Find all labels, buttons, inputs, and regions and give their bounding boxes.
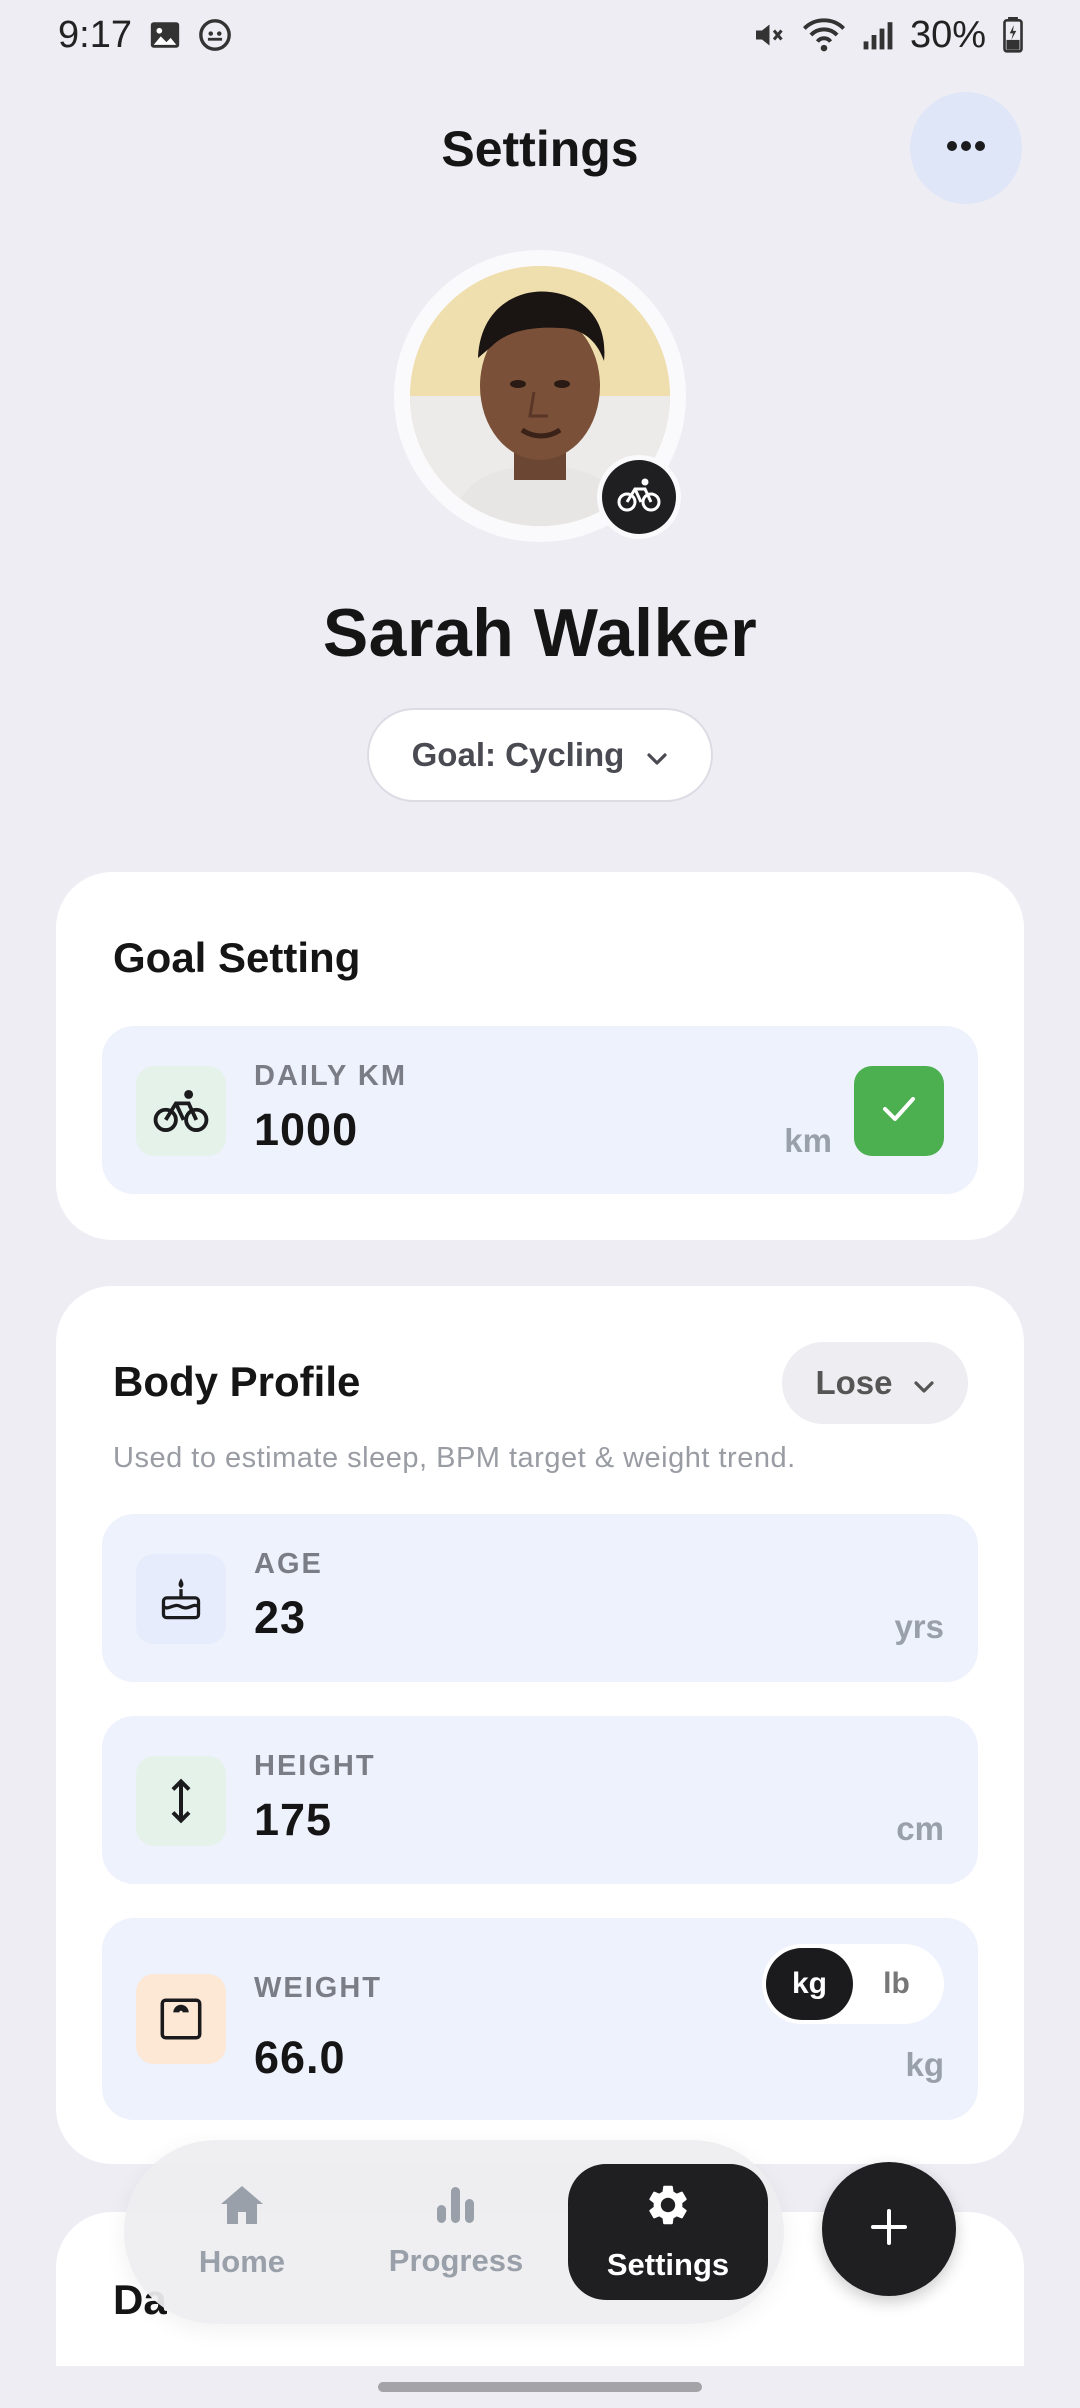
- add-button[interactable]: [822, 2162, 956, 2296]
- weight-goal-mode-dropdown[interactable]: Lose: [782, 1342, 968, 1424]
- status-bar: 9:17 30%: [0, 0, 1080, 70]
- weight-label: WEIGHT: [254, 1972, 382, 2004]
- bar-chart-icon: [435, 2185, 477, 2233]
- height-field[interactable]: HEIGHT 175 cm: [102, 1716, 978, 1884]
- more-horizontal-icon: [946, 139, 986, 157]
- height-arrows-icon: [136, 1756, 226, 1846]
- battery-percent: 30%: [909, 13, 986, 56]
- header: Settings: [0, 92, 1080, 204]
- daily-km-value[interactable]: 1000: [254, 1104, 358, 1156]
- mute-icon: [750, 17, 786, 53]
- android-notification-icon: [198, 18, 232, 52]
- bottom-navigation: Home Progress Settings: [124, 2140, 784, 2324]
- avatar-activity-badge: [602, 460, 676, 534]
- goal-selector[interactable]: Goal: Cycling: [367, 708, 713, 802]
- goal-setting-title: Goal Setting: [113, 934, 361, 981]
- nav-home[interactable]: Home: [142, 2164, 342, 2300]
- nav-progress[interactable]: Progress: [356, 2164, 556, 2300]
- goal-chip-label: Goal: Cycling: [411, 736, 625, 773]
- body-profile-card: Body Profile Lose Used to estimate sleep…: [56, 1286, 1024, 2164]
- weight-unit: kg: [905, 2046, 944, 2083]
- age-label: AGE: [254, 1548, 323, 1580]
- age-unit: yrs: [894, 1608, 944, 1645]
- body-profile-title: Body Profile: [113, 1358, 361, 1405]
- weight-value[interactable]: 66.0: [254, 2032, 346, 2084]
- plus-icon: [869, 2207, 909, 2252]
- daily-km-field[interactable]: DAILY KM 1000 km: [102, 1026, 978, 1194]
- bicycle-icon: [617, 477, 661, 518]
- profile-avatar[interactable]: [394, 250, 686, 542]
- gallery-notification-icon: [148, 18, 182, 52]
- status-time: 9:17: [58, 13, 132, 56]
- gear-icon: [644, 2181, 692, 2237]
- mode-label: Lose: [815, 1364, 893, 1401]
- body-profile-description: Used to estimate sleep, BPM target & wei…: [113, 1442, 796, 1474]
- unit-option-lb[interactable]: lb: [853, 1948, 940, 2020]
- cake-icon: [136, 1554, 226, 1644]
- age-field[interactable]: AGE 23 yrs: [102, 1514, 978, 1682]
- nav-settings[interactable]: Settings: [568, 2164, 768, 2300]
- bicycle-icon: [136, 1066, 226, 1156]
- goal-setting-card: Goal Setting DAILY KM 1000 km: [56, 872, 1024, 1240]
- weight-field[interactable]: WEIGHT 66.0 kg lb kg: [102, 1918, 978, 2120]
- daily-km-unit: km: [784, 1122, 832, 1159]
- home-icon: [219, 2184, 265, 2234]
- weight-unit-toggle[interactable]: kg lb: [762, 1944, 944, 2024]
- confirm-goal-button[interactable]: [854, 1066, 944, 1156]
- nav-settings-label: Settings: [606, 2247, 730, 2282]
- more-options-button[interactable]: [910, 92, 1022, 204]
- age-value[interactable]: 23: [254, 1592, 306, 1644]
- chevron-down-icon: [913, 1364, 935, 1402]
- height-label: HEIGHT: [254, 1750, 376, 1782]
- scale-icon: [136, 1974, 226, 2064]
- wifi-icon: [802, 17, 846, 53]
- height-value[interactable]: 175: [254, 1794, 332, 1846]
- nav-home-label: Home: [198, 2244, 286, 2279]
- height-unit: cm: [896, 1810, 944, 1847]
- nav-progress-label: Progress: [388, 2243, 524, 2278]
- daily-km-label: DAILY KM: [254, 1060, 407, 1092]
- check-icon: [879, 1093, 919, 1130]
- unit-option-kg[interactable]: kg: [766, 1948, 853, 2020]
- signal-icon: [862, 19, 894, 51]
- battery-icon: [1002, 17, 1024, 53]
- chevron-down-icon: [646, 736, 668, 774]
- user-name: Sarah Walker: [322, 595, 758, 671]
- home-indicator[interactable]: [378, 2382, 702, 2392]
